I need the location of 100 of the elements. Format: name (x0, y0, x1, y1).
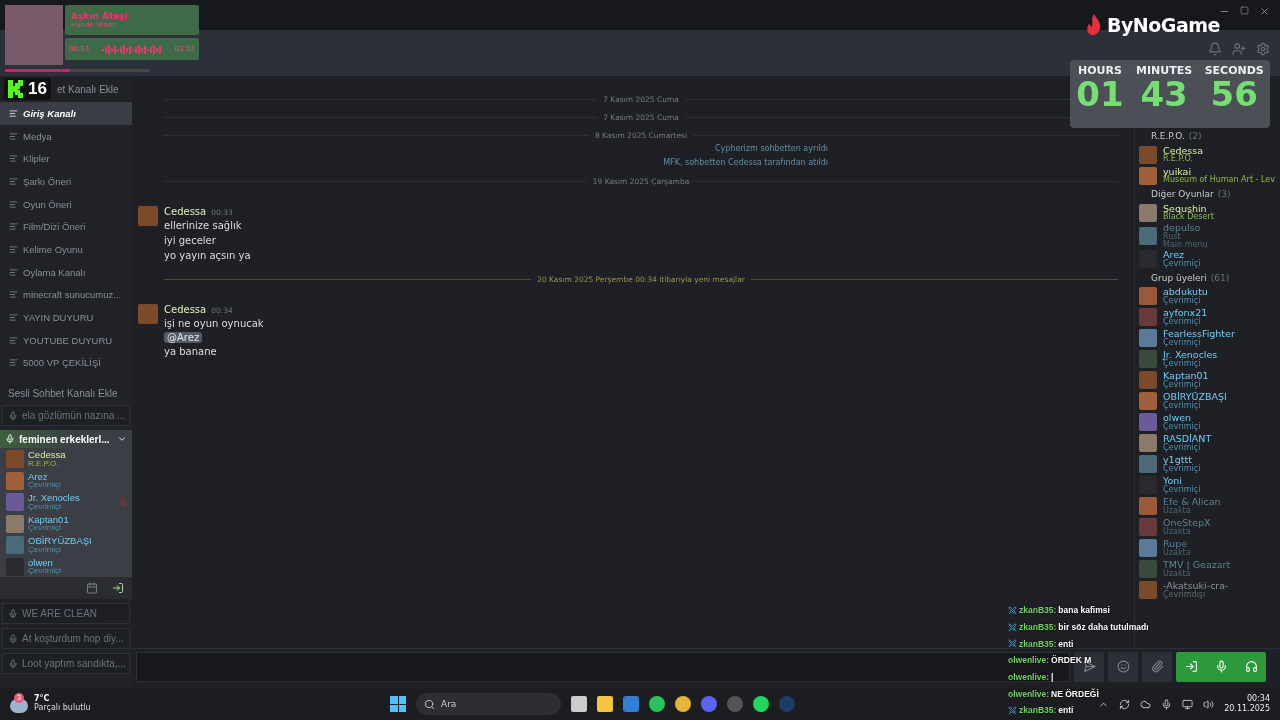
avatar (6, 536, 24, 554)
avatar (1139, 371, 1157, 389)
member-name[interactable]: Efe & Alican (1163, 497, 1280, 507)
recorder-icon[interactable] (727, 696, 743, 712)
member-name[interactable]: Sequshin (1163, 203, 1280, 214)
channel-item[interactable]: Film/Dizi Öneri (0, 215, 132, 239)
group-title[interactable]: Diğer Oyunlar (1151, 189, 1214, 199)
member-status: Çevrimiçi (28, 567, 62, 576)
member-name[interactable]: ayfonx21 (1163, 308, 1280, 318)
member-name[interactable]: OBİRYÜZBAŞI (28, 536, 128, 546)
sync-icon[interactable] (1119, 698, 1131, 710)
start-icon[interactable] (390, 696, 406, 712)
member-status: Çevrimiçi (1163, 380, 1201, 389)
settings-icon[interactable] (1256, 42, 1270, 56)
avatar (1139, 329, 1157, 347)
member-name[interactable]: -Akatsuki-cra- (1163, 581, 1280, 591)
channel-item[interactable]: Oylama Kanalı (0, 260, 132, 284)
member-name[interactable]: RASDİANT (1163, 434, 1280, 444)
weather-description: Parçalı bulutlu (34, 704, 91, 713)
member-name[interactable]: Kaptan01 (1163, 371, 1280, 381)
avatar (1139, 413, 1157, 431)
chat-text: bir söz daha tutulmadı (1058, 622, 1149, 633)
attach-button[interactable] (1142, 651, 1172, 682)
leave-icon[interactable] (112, 582, 124, 595)
system-message: MFK, sohbetten Cedessa tarafından atıldı (663, 158, 829, 169)
member-name[interactable]: OBİRYÜZBAŞI (1163, 392, 1280, 402)
message-author[interactable]: Cedessa (164, 304, 207, 315)
member-name[interactable]: olwen (28, 557, 128, 568)
member-name[interactable]: FearlessFighter (1163, 329, 1280, 339)
avatar (6, 514, 24, 533)
text-channel-icon (9, 290, 18, 300)
member-status: Çevrimiçi (28, 502, 62, 511)
member-name[interactable]: OneStepX (1163, 518, 1280, 528)
message-author[interactable]: Cedessa (164, 206, 207, 217)
calendar-icon[interactable] (86, 582, 98, 595)
channel-item[interactable]: YOUTUBE DUYURU (0, 328, 132, 352)
member-name[interactable]: Arez (28, 471, 128, 482)
member-name[interactable]: olwen (1163, 413, 1280, 423)
close-icon[interactable] (1259, 6, 1270, 17)
channel-item[interactable]: Kelime Oyunu (0, 238, 132, 261)
voice-channel-item[interactable]: At koşturdum hop diy... (2, 628, 130, 650)
browser-icon[interactable] (675, 696, 691, 712)
maximize-icon[interactable] (1240, 6, 1249, 15)
avatar (1139, 560, 1157, 578)
channel-item[interactable]: 5000 VP ÇEKİLİŞİ (0, 351, 132, 375)
member-name[interactable]: Kaptan01 (28, 514, 128, 525)
text-channel-icon (9, 222, 18, 232)
member-name[interactable]: Rupe (1163, 539, 1280, 549)
channel-item[interactable]: Şarkı Öneri (0, 170, 132, 193)
add-voice-channel-link[interactable]: Sesli Sohbet Kanalı Ekle (0, 374, 132, 406)
voice-channel-item[interactable]: ela gözlümün nazına ... (2, 405, 130, 427)
member-name[interactable]: TMV | Geazart (1163, 560, 1280, 570)
channel-item[interactable]: YAYIN DUYURU (0, 306, 132, 329)
member-name[interactable]: Yoni (1163, 476, 1280, 486)
group-title[interactable]: Grup üyeleri (1151, 272, 1207, 283)
text-channel-icon (9, 267, 18, 277)
channel-item[interactable]: minecraft sunucumuz... (0, 283, 132, 307)
weather-icon[interactable] (10, 699, 28, 713)
member-name[interactable]: abdukutu (1163, 287, 1280, 297)
chat-app-icon[interactable] (649, 696, 665, 712)
bell-icon[interactable] (1208, 42, 1222, 56)
display-icon[interactable] (1182, 698, 1194, 710)
member-status: Uzakta (1163, 527, 1191, 536)
member-name[interactable]: Cedessa (1163, 145, 1280, 156)
channel-item[interactable]: Medya (0, 124, 132, 148)
member-name[interactable]: depulso (1163, 223, 1280, 233)
avatar (1139, 287, 1157, 305)
member-name[interactable]: y1gttt (1163, 455, 1280, 465)
avatar (1139, 581, 1157, 599)
channel-item[interactable]: Klipler (0, 147, 132, 171)
waveform-drawing (102, 44, 162, 54)
mention-tag[interactable]: @Arez (164, 332, 203, 343)
emoji-button[interactable] (1108, 651, 1138, 682)
taskbar-search-field[interactable]: Ara (416, 693, 561, 715)
group-title[interactable]: R.E.P.O. (1151, 131, 1185, 141)
voice-channel-item[interactable]: WE ARE CLEAN (2, 603, 130, 625)
music-app-icon[interactable] (753, 696, 769, 712)
avatar (1139, 145, 1157, 164)
sword-icon (1008, 639, 1017, 649)
clock-date: 20.11.2025 (1224, 704, 1270, 715)
cloud-icon[interactable] (1140, 698, 1152, 710)
text-channel-icon (9, 131, 18, 141)
avatar (1139, 455, 1157, 473)
speaker-icon[interactable] (1203, 698, 1215, 710)
voice-channel-item[interactable]: Loot yaptım sandıkta,... (2, 653, 130, 675)
channel-item[interactable]: Giriş Kanalı (0, 102, 132, 125)
member-status: R.E.P.O. (28, 459, 60, 468)
member-name[interactable]: Cedessa (28, 450, 128, 460)
voice-chat-app-icon[interactable] (701, 696, 717, 712)
group-count: (2) (1188, 131, 1202, 141)
channel-item[interactable]: Oyun Öneri (0, 192, 132, 216)
mic-icon[interactable] (1161, 698, 1173, 710)
member-name[interactable]: Jr. Xenocles (28, 493, 114, 503)
add-text-channel-link[interactable]: et Kanalı Ekle (56, 83, 119, 95)
avatar (1139, 226, 1157, 245)
member-name[interactable]: Arez (1163, 250, 1280, 260)
avatar (1139, 434, 1157, 452)
add-friend-icon[interactable] (1232, 42, 1246, 56)
member-status: Çevrimiçi (1163, 485, 1202, 494)
member-name[interactable]: Jr. Xenocles (1163, 350, 1280, 360)
